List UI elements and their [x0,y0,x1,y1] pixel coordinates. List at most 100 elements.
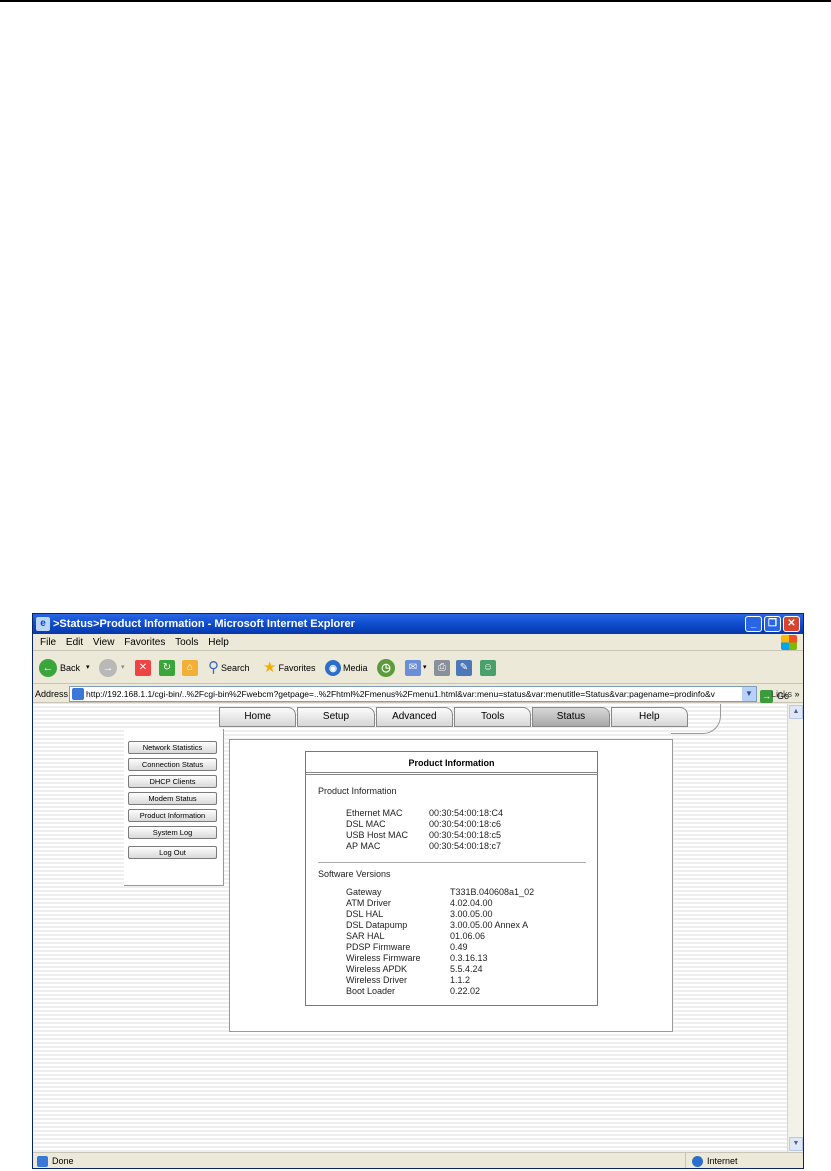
version-value: 0.49 [450,942,468,952]
address-url: http://192.168.1.1/cgi-bin/..%2Fcgi-bin%… [86,689,715,699]
links-button[interactable]: Links » [771,685,800,703]
sidebar-connection-status[interactable]: Connection Status [128,758,217,771]
media-globe-icon: ◉ [325,660,341,676]
section-divider [318,862,586,863]
mail-icon[interactable]: ✉ [405,660,421,676]
menu-bar: File Edit View Favorites Tools Help [33,634,803,651]
tab-tools[interactable]: Tools [453,707,532,727]
info-value: 00:30:54:00:18:c5 [429,830,502,840]
address-dropdown-icon[interactable]: ▼ [742,687,756,701]
menu-help[interactable]: Help [208,637,229,648]
messenger-icon[interactable]: ☺ [480,660,496,676]
favorites-button[interactable]: ★ Favorites [263,658,315,678]
version-value: 3.00.05.00 Annex A [450,920,529,930]
version-value: T331B.040608a1_02 [450,887,535,897]
minimize-button[interactable]: _ [745,616,762,632]
back-button[interactable]: ← Back ▾ [39,658,90,678]
info-value: 00:30:54:00:18:C4 [429,808,504,818]
tab-status[interactable]: Status [532,707,610,727]
title-bar: e >Status>Product Information - Microsof… [33,614,803,634]
ie-icon: e [36,617,50,631]
version-label: Boot Loader [346,986,396,996]
tab-setup[interactable]: Setup [297,707,375,727]
version-label: ATM Driver [346,898,391,908]
version-label: Wireless APDK [346,964,408,974]
favorites-star-icon: ★ [263,659,277,676]
info-label: AP MAC [346,841,381,851]
sidebar-log-out[interactable]: Log Out [128,846,217,859]
main-nav-tabs: Home Setup Advanced Tools Status Help [219,707,689,729]
version-value: 3.00.05.00 [450,909,493,919]
sidebar-network-statistics[interactable]: Network Statistics [128,741,217,754]
home-icon[interactable]: ⌂ [182,660,198,676]
version-label: SAR HAL [346,931,385,941]
sidebar-dhcp-clients[interactable]: DHCP Clients [128,775,217,788]
mail-dropdown-icon[interactable]: ▾ [423,658,427,678]
address-label: Address [35,689,69,699]
scroll-up-icon[interactable]: ▲ [789,705,803,719]
page-top-rule [0,0,831,2]
main-panel: Product Information Product Information … [229,739,673,1032]
menu-view[interactable]: View [93,637,115,648]
version-label: Gateway [346,887,382,897]
address-input[interactable]: http://192.168.1.1/cgi-bin/..%2Fcgi-bin%… [69,686,757,702]
forward-arrow-icon: → [99,659,117,677]
vertical-scrollbar[interactable]: ▲ ▼ [787,704,803,1152]
history-icon[interactable]: ◷ [377,659,395,677]
forward-dropdown-icon[interactable]: ▾ [121,658,125,678]
status-text: Done [52,1156,74,1166]
info-value: 00:30:54:00:18:c6 [429,819,502,829]
menu-tools[interactable]: Tools [175,637,198,648]
status-separator [685,1153,686,1168]
status-bar: Done Internet [33,1152,803,1168]
back-arrow-icon: ← [39,659,57,677]
version-value: 0.3.16.13 [450,953,488,963]
scroll-down-icon[interactable]: ▼ [789,1137,803,1151]
sidebar-product-information[interactable]: Product Information [128,809,217,822]
sidebar-modem-status[interactable]: Modem Status [128,792,217,805]
edit-icon[interactable]: ✎ [456,660,472,676]
version-label: DSL Datapump [346,920,408,930]
info-label: Ethernet MAC [346,808,403,818]
version-value: 0.22.02 [450,986,481,996]
product-info-card: Product Information Product Information … [305,751,598,1006]
version-label: DSL HAL [346,909,384,919]
search-icon: ⚲ [208,659,219,676]
address-bar: Address http://192.168.1.1/cgi-bin/..%2F… [33,685,803,703]
menu-favorites[interactable]: Favorites [124,637,165,648]
page-icon [72,688,84,700]
menu-file[interactable]: File [40,637,56,648]
menu-edit[interactable]: Edit [66,637,83,648]
windows-logo-icon [781,635,797,650]
forward-button[interactable]: → ▾ [99,658,125,678]
close-button[interactable]: ✕ [783,616,800,632]
browser-window: e >Status>Product Information - Microsof… [32,613,804,1169]
software-versions-heading: Software Versions [318,869,391,879]
sidebar-panel: Network Statistics Connection Status DHC… [124,729,224,886]
info-value: 00:30:54:00:18:c7 [429,841,502,851]
version-label: Wireless Firmware [346,953,421,963]
tab-help[interactable]: Help [610,707,688,727]
restore-button[interactable]: ❐ [764,616,781,632]
product-info-heading: Product Information [318,786,397,796]
media-button[interactable]: ◉ Media [325,658,368,678]
page-done-icon [37,1156,48,1167]
version-value: 5.5.4.24 [450,964,483,974]
version-value: 01.06.06 [450,931,486,941]
print-icon[interactable]: ⎙ [434,660,450,676]
toolbar: ← Back ▾ → ▾ ✕ ↻ ⌂ ⚲ Search ★ Favorites … [33,652,803,684]
tab-home[interactable]: Home [219,707,297,727]
zone-text: Internet [707,1156,738,1166]
version-value: 1.1.2 [450,975,471,985]
card-title: Product Information [306,752,597,775]
version-value: 4.02.04.00 [450,898,493,908]
refresh-icon[interactable]: ↻ [159,660,175,676]
version-label: Wireless Driver [346,975,408,985]
sidebar-system-log[interactable]: System Log [128,826,217,839]
back-dropdown-icon[interactable]: ▾ [86,658,90,678]
info-label: DSL MAC [346,819,386,829]
internet-zone-icon [692,1156,703,1167]
search-button[interactable]: ⚲ Search [208,658,250,678]
tab-advanced[interactable]: Advanced [375,707,453,727]
stop-icon[interactable]: ✕ [135,660,151,676]
